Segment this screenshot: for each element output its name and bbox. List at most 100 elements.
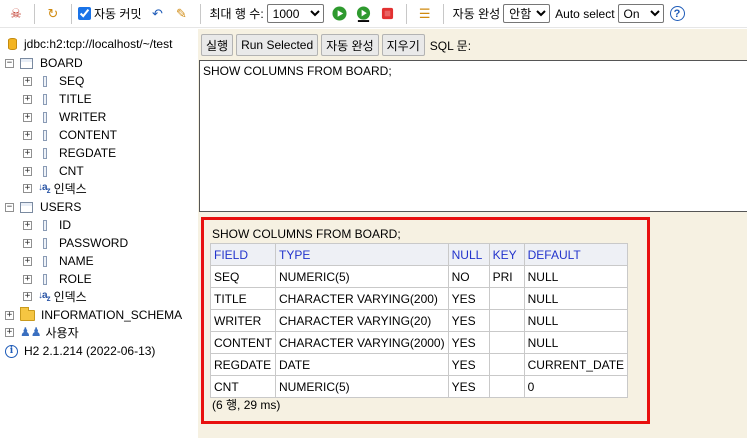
max-rows-select[interactable]: 1000: [266, 4, 324, 23]
disconnect-icon[interactable]: ☠: [6, 4, 26, 24]
tree-schema[interactable]: + INFORMATION_SCHEMA: [5, 306, 182, 324]
sql-editor[interactable]: SHOW COLUMNS FROM BOARD;: [199, 60, 747, 212]
column-header[interactable]: KEY: [488, 243, 525, 266]
autoselect-label: Auto select: [555, 6, 615, 21]
expand-icon[interactable]: +: [5, 310, 14, 320]
table-icon: [20, 57, 33, 69]
autoselect-select[interactable]: On: [617, 4, 664, 23]
table-cell: [488, 331, 525, 354]
run-selected-icon[interactable]: [354, 4, 374, 24]
table-cell: YES: [447, 309, 490, 332]
run-icon[interactable]: [330, 4, 350, 24]
table-cell: [488, 375, 525, 398]
expand-icon[interactable]: +: [23, 220, 32, 230]
tree-users[interactable]: + ♟♟ 사용자: [5, 323, 79, 341]
column-icon: [43, 93, 47, 105]
table-cell: [488, 353, 525, 376]
column-name: TITLE: [59, 92, 92, 106]
table-row: CONTENT CHARACTER VARYING(2000) YES NULL: [210, 331, 629, 354]
tree-index[interactable]: + ↓az 인덱스: [23, 179, 87, 197]
tree-version: i H2 2.1.214 (2022-06-13): [5, 342, 155, 360]
column-header[interactable]: FIELD: [210, 243, 276, 266]
table-name: BOARD: [40, 56, 83, 70]
expand-icon[interactable]: +: [23, 166, 32, 176]
tree-column[interactable]: + SEQ: [23, 72, 84, 90]
table-icon: [20, 201, 33, 213]
result-highlight: SHOW COLUMNS FROM BOARD; FIELD TYPE NULL…: [201, 217, 650, 424]
column-icon: [43, 75, 47, 87]
tree-column[interactable]: + ID: [23, 216, 71, 234]
table-row: SEQ NUMERIC(5) NO PRI NULL: [210, 265, 629, 288]
table-cell: NULL: [523, 309, 629, 332]
expand-icon[interactable]: +: [5, 327, 14, 337]
tree-column[interactable]: + NAME: [23, 252, 94, 270]
tree-table-board[interactable]: − BOARD: [5, 54, 83, 72]
toolbar-separator: [34, 3, 35, 24]
column-header[interactable]: TYPE: [275, 243, 449, 266]
rollback-icon[interactable]: ↶: [148, 4, 168, 24]
expand-icon[interactable]: +: [23, 183, 32, 193]
table-cell: CONTENT: [210, 331, 276, 354]
column-icon: [43, 255, 47, 267]
autocommit-checkbox[interactable]: 자동 커밋: [78, 5, 142, 22]
autocomplete-select[interactable]: 안함: [503, 4, 551, 23]
tree-column[interactable]: + CONTENT: [23, 126, 117, 144]
run-button[interactable]: 실행: [201, 34, 234, 56]
column-name: ID: [59, 218, 71, 232]
tree-column[interactable]: + WRITER: [23, 108, 106, 126]
column-icon: [43, 273, 47, 285]
expand-icon[interactable]: +: [23, 130, 32, 140]
autocommit-label: 자동 커밋: [94, 7, 142, 21]
expand-icon[interactable]: +: [23, 291, 32, 301]
column-header[interactable]: NULL: [447, 243, 490, 266]
column-name: SEQ: [59, 74, 85, 88]
table-cell: CURRENT_DATE: [523, 353, 629, 376]
clear-button[interactable]: 지우기: [381, 34, 425, 56]
index-label: 인덱스: [53, 181, 87, 196]
table-cell: PRI: [488, 265, 525, 288]
expand-icon[interactable]: +: [23, 274, 32, 284]
table-cell: DATE: [275, 353, 449, 376]
tree-column[interactable]: + PASSWORD: [23, 234, 128, 252]
table-cell: YES: [447, 287, 490, 310]
tree-index[interactable]: + ↓az 인덱스: [23, 287, 87, 305]
collapse-icon[interactable]: −: [5, 202, 14, 212]
users-label: 사용자: [45, 325, 79, 340]
run-selected-button[interactable]: Run Selected: [236, 34, 319, 56]
table-row: WRITER CHARACTER VARYING(20) YES NULL: [210, 309, 629, 332]
tree-column[interactable]: + TITLE: [23, 90, 92, 108]
tree-table-users[interactable]: − USERS: [5, 198, 81, 216]
expand-icon[interactable]: +: [23, 76, 32, 86]
column-header[interactable]: DEFAULT: [523, 243, 629, 266]
column-icon: [43, 237, 47, 249]
tree-column[interactable]: + ROLE: [23, 270, 92, 288]
expand-icon[interactable]: +: [23, 94, 32, 104]
tree-column[interactable]: + CNT: [23, 162, 84, 180]
stop-icon[interactable]: [378, 4, 398, 24]
autocomplete-button[interactable]: 자동 완성: [321, 34, 379, 56]
column-name: CONTENT: [59, 128, 117, 142]
refresh-icon[interactable]: ↻: [43, 4, 63, 24]
tree-connection[interactable]: jdbc:h2:tcp://localhost/~/test: [8, 35, 172, 53]
commit-icon[interactable]: ✎: [172, 4, 192, 24]
toolbar-separator: [71, 3, 72, 24]
result-sql-text: SHOW COLUMNS FROM BOARD;: [212, 227, 401, 241]
help-icon[interactable]: ?: [669, 6, 685, 21]
table-cell: CNT: [210, 375, 276, 398]
table-name: USERS: [40, 200, 82, 214]
expand-icon[interactable]: +: [23, 112, 32, 122]
expand-icon[interactable]: +: [23, 256, 32, 266]
connection-label: jdbc:h2:tcp://localhost/~/test: [24, 37, 173, 51]
database-icon: [8, 38, 17, 50]
tree-column[interactable]: + REGDATE: [23, 144, 116, 162]
table-cell: REGDATE: [210, 353, 276, 376]
table-cell: SEQ: [210, 265, 276, 288]
collapse-icon[interactable]: −: [5, 58, 14, 68]
expand-icon[interactable]: +: [23, 148, 32, 158]
toolbar-separator: [442, 3, 444, 24]
table-cell: CHARACTER VARYING(2000): [275, 331, 449, 354]
history-icon[interactable]: ☰: [415, 4, 435, 24]
expand-icon[interactable]: +: [23, 238, 32, 248]
column-name: REGDATE: [59, 146, 117, 160]
autocommit-input[interactable]: [78, 7, 91, 20]
